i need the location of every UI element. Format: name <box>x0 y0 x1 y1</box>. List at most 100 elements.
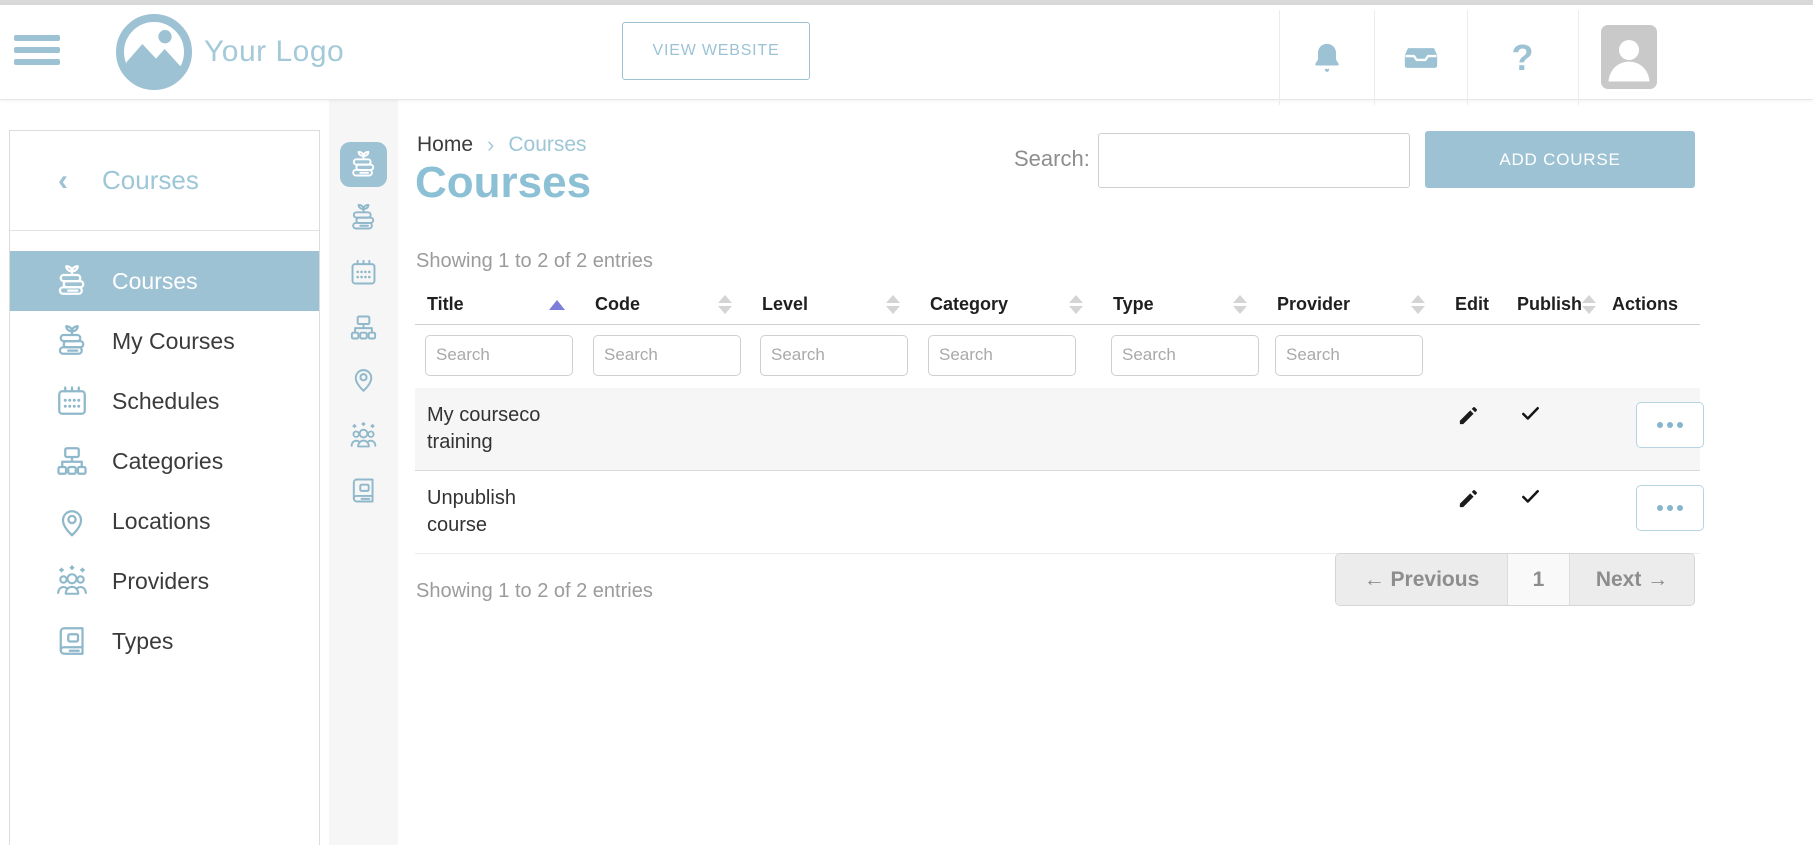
rail-categories-button[interactable] <box>340 305 387 350</box>
header-divider <box>1578 10 1579 105</box>
column-header-actions: Actions <box>1600 286 1700 324</box>
column-label: Category <box>930 294 1008 315</box>
filter-type-input[interactable] <box>1111 335 1259 376</box>
bell-icon <box>1308 39 1346 77</box>
sidebar-item-label: My Courses <box>112 328 235 355</box>
edit-button[interactable] <box>1455 402 1482 432</box>
course-type-cell <box>1101 470 1265 553</box>
search-input[interactable] <box>1098 133 1410 188</box>
sidebar-item-providers[interactable]: Providers <box>10 551 319 611</box>
course-provider-cell <box>1265 388 1443 471</box>
sidebar-item-label: Categories <box>112 448 223 475</box>
edit-button[interactable] <box>1455 485 1482 515</box>
column-label: Title <box>427 294 464 315</box>
sidebar-item-label: Courses <box>112 268 198 295</box>
filter-category-input[interactable] <box>928 335 1076 376</box>
next-page-button[interactable]: Next → <box>1570 554 1694 605</box>
row-actions-button[interactable] <box>1636 485 1704 531</box>
sidebar-item-types[interactable]: Types <box>10 611 319 671</box>
rail-schedules-button[interactable] <box>340 250 387 295</box>
sidebar-item-my-courses[interactable]: My Courses <box>10 311 319 371</box>
sort-icon <box>1069 295 1083 314</box>
ellipsis-icon <box>1657 505 1663 511</box>
question-mark-icon: ? <box>1512 37 1534 79</box>
logo[interactable]: Your Logo <box>114 12 344 92</box>
sidebar-item-label: Types <box>112 628 173 655</box>
categories-icon <box>54 443 90 479</box>
previous-page-button[interactable]: ← Previous <box>1336 554 1508 605</box>
providers-icon <box>54 563 90 599</box>
schedules-icon <box>348 257 379 288</box>
sort-asc-icon <box>549 300 565 310</box>
sidebar-item-locations[interactable]: Locations <box>10 491 319 551</box>
filter-code-input[interactable] <box>593 335 741 376</box>
column-header-type[interactable]: Type <box>1101 286 1265 324</box>
providers-icon <box>348 420 379 451</box>
course-category-cell <box>918 470 1101 553</box>
page: Your Logo VIEW WEBSITE ? ‹ Courses Cour <box>0 0 1813 845</box>
top-header: Your Logo VIEW WEBSITE ? <box>0 5 1813 100</box>
pencil-icon <box>1457 487 1480 510</box>
column-label: Level <box>762 294 808 315</box>
sort-icon <box>1411 295 1425 314</box>
column-header-title[interactable]: Title <box>415 286 583 324</box>
chevron-right-icon: › <box>487 132 494 158</box>
column-header-level[interactable]: Level <box>750 286 918 324</box>
pencil-icon <box>1457 404 1480 427</box>
column-header-edit: Edit <box>1443 286 1505 324</box>
rail-types-button[interactable] <box>340 468 387 513</box>
filter-level-input[interactable] <box>760 335 908 376</box>
collapse-sidebar-button[interactable]: ‹ <box>58 166 68 196</box>
sidebar-item-label: Locations <box>112 508 210 535</box>
inbox-button[interactable] <box>1374 10 1467 105</box>
sidebar-item-schedules[interactable]: Schedules <box>10 371 319 431</box>
filter-title-input[interactable] <box>425 335 573 376</box>
person-icon <box>1601 25 1657 89</box>
column-header-code[interactable]: Code <box>583 286 750 324</box>
column-header-provider[interactable]: Provider <box>1265 286 1443 324</box>
column-header-category[interactable]: Category <box>918 286 1101 324</box>
filter-provider-input[interactable] <box>1275 335 1423 376</box>
sidebar-item-categories[interactable]: Categories <box>10 431 319 491</box>
column-label: Publish <box>1517 294 1582 315</box>
breadcrumb: Home › Courses <box>417 132 587 158</box>
user-avatar[interactable] <box>1601 25 1657 89</box>
row-actions-button[interactable] <box>1636 402 1704 448</box>
publish-status <box>1517 406 1544 432</box>
sort-icon <box>718 295 732 314</box>
rail-courses-button[interactable] <box>340 142 387 187</box>
my-courses-icon <box>54 323 90 359</box>
view-website-button[interactable]: VIEW WEBSITE <box>622 22 810 80</box>
rail-providers-button[interactable] <box>340 413 387 458</box>
column-label: Provider <box>1277 294 1350 315</box>
add-course-button[interactable]: ADD COURSE <box>1425 131 1695 188</box>
rail-my-courses-button[interactable] <box>340 195 387 240</box>
course-title-cell: Unpublish course <box>415 470 583 553</box>
column-label: Code <box>595 294 640 315</box>
logo-text: Your Logo <box>204 35 344 69</box>
sidebar-item-courses[interactable]: Courses <box>10 251 319 311</box>
column-header-publish[interactable]: Publish <box>1505 286 1600 324</box>
breadcrumb-current: Courses <box>508 133 586 157</box>
pagination: ← Previous 1 Next → <box>1335 553 1695 606</box>
types-icon <box>348 475 379 506</box>
sidebar-header: ‹ Courses <box>10 131 319 231</box>
sort-icon <box>1582 295 1596 314</box>
publish-status <box>1517 489 1544 515</box>
table-header-row: Title Code Level Category Type Provider … <box>415 286 1700 324</box>
course-code-cell <box>583 470 750 553</box>
types-icon <box>54 623 90 659</box>
sidebar-nav: Courses My Courses Schedules Categories … <box>10 251 319 671</box>
icon-rail <box>329 100 398 845</box>
menu-icon[interactable] <box>14 31 66 75</box>
entries-info-top: Showing 1 to 2 of 2 entries <box>416 250 653 273</box>
table-row: My courseco training <box>415 388 1700 471</box>
column-label: Actions <box>1612 294 1678 315</box>
help-button[interactable]: ? <box>1467 10 1578 105</box>
rail-locations-button[interactable] <box>340 356 387 401</box>
course-title-cell: My courseco training <box>415 388 583 471</box>
breadcrumb-home-link[interactable]: Home <box>417 133 473 157</box>
page-number-button[interactable]: 1 <box>1508 554 1570 605</box>
notifications-button[interactable] <box>1279 10 1374 105</box>
sidebar: ‹ Courses Courses My Courses Schedules C… <box>9 130 320 845</box>
